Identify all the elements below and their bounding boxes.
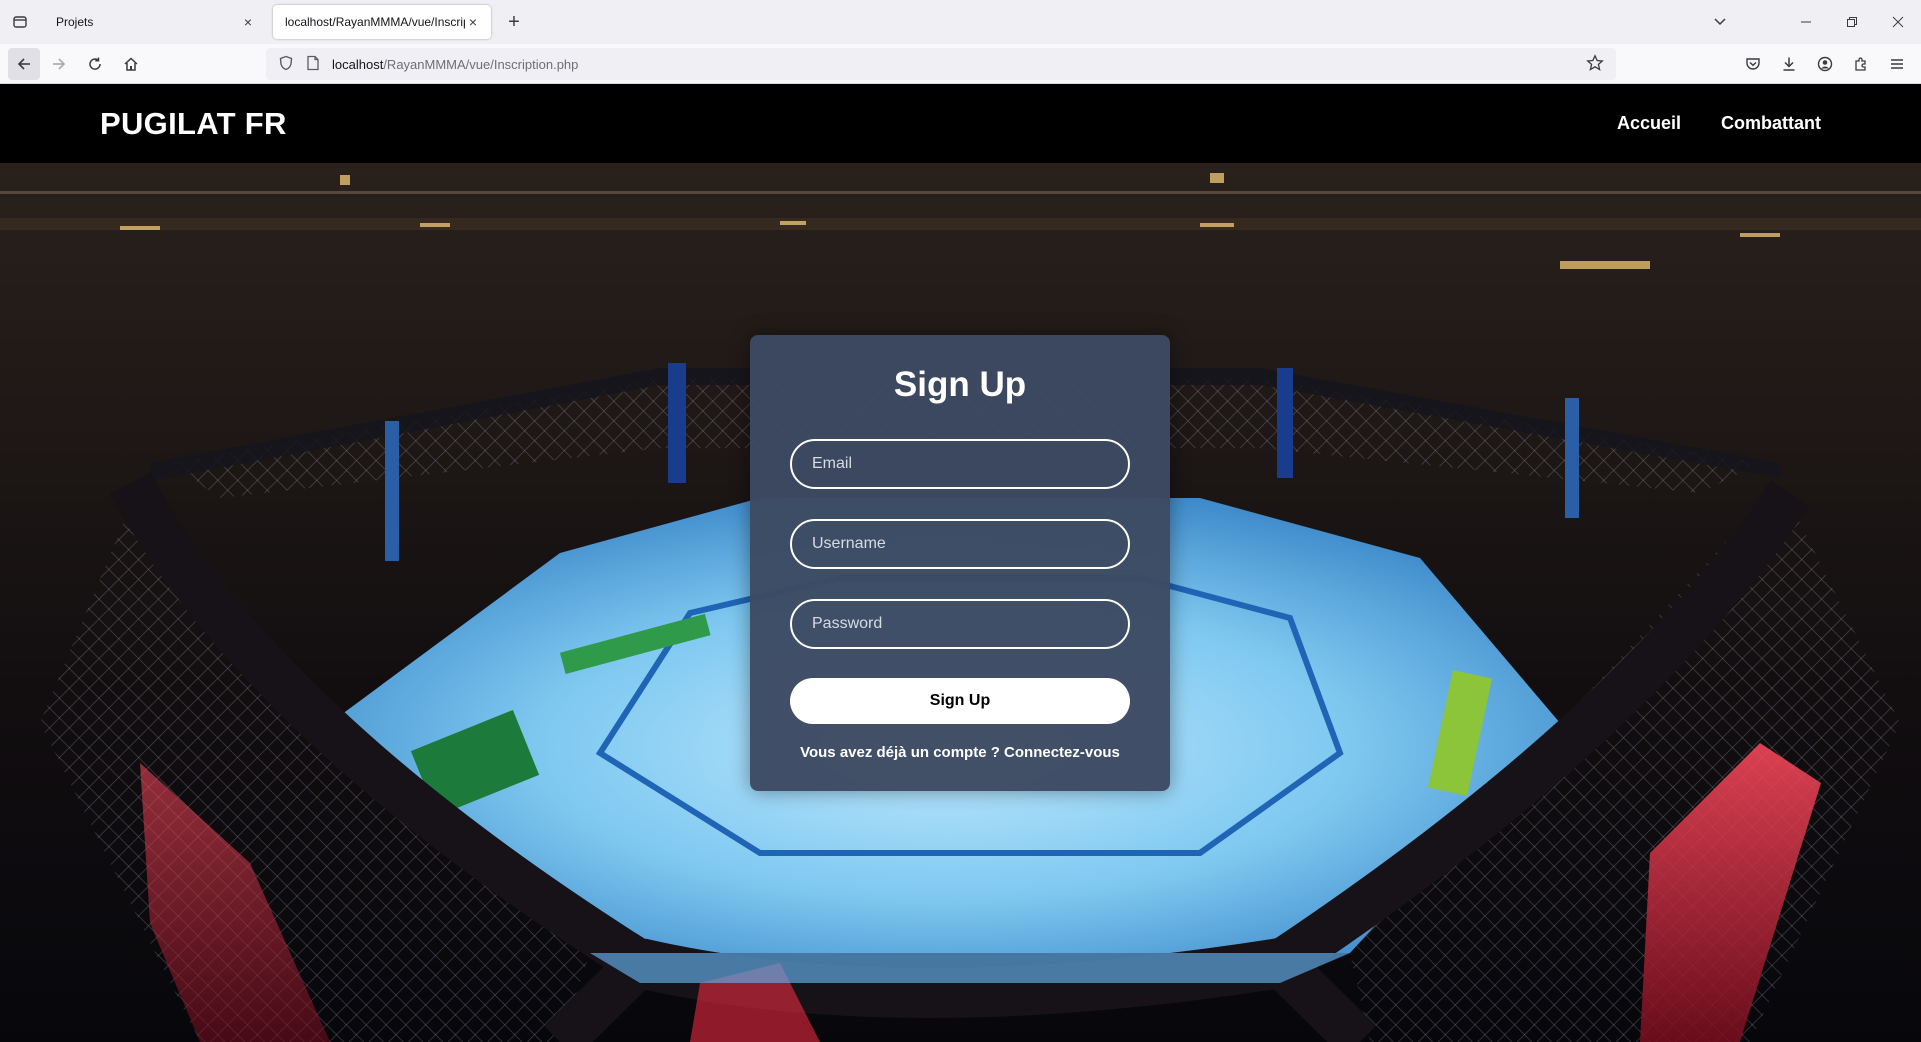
browser-navigation-bar: localhost/RayanMMMA/vue/Inscription.php bbox=[0, 44, 1921, 84]
pocket-icon bbox=[1746, 58, 1760, 70]
restore-button[interactable] bbox=[1829, 0, 1875, 44]
home-icon bbox=[124, 57, 138, 71]
bookmark-star-icon[interactable] bbox=[1586, 54, 1606, 74]
username-field[interactable] bbox=[790, 519, 1130, 569]
account-button[interactable] bbox=[1809, 48, 1841, 80]
nav-link-accueil[interactable]: Accueil bbox=[1617, 113, 1681, 134]
nav-link-combattant[interactable]: Combattant bbox=[1721, 113, 1821, 134]
close-tab-icon[interactable]: × bbox=[465, 14, 481, 30]
browser-tab-bar: Projets × localhost/RayanMMMA/vue/Inscri… bbox=[0, 0, 1921, 44]
restore-icon bbox=[1847, 17, 1857, 27]
pocket-button[interactable] bbox=[1737, 48, 1769, 80]
browser-toolbar-right bbox=[1737, 48, 1913, 80]
reload-icon bbox=[89, 57, 101, 70]
tab-title: localhost/RayanMMMA/vue/Inscrip bbox=[285, 15, 465, 29]
email-field[interactable] bbox=[790, 439, 1130, 489]
minimize-icon bbox=[1801, 21, 1811, 23]
shield-icon bbox=[279, 55, 293, 70]
tab-projets[interactable]: Projets × bbox=[44, 5, 266, 39]
login-prompt: Vous avez déjà un compte ? Connectez-vou… bbox=[750, 744, 1170, 761]
signup-card: Sign Up Sign Up Vous avez déjà un compte… bbox=[750, 335, 1170, 791]
firefox-view-button[interactable] bbox=[0, 0, 40, 44]
firefox-view-icon bbox=[13, 16, 27, 28]
forward-button[interactable] bbox=[43, 48, 75, 80]
account-icon bbox=[1817, 56, 1833, 72]
address-bar[interactable]: localhost/RayanMMMA/vue/Inscription.php bbox=[266, 48, 1616, 80]
arrow-left-icon bbox=[17, 58, 30, 70]
page-info-icon[interactable] bbox=[306, 55, 326, 74]
download-icon bbox=[1783, 57, 1795, 71]
menu-button[interactable] bbox=[1881, 48, 1913, 80]
login-prompt-text: Vous avez déjà un compte ? bbox=[800, 744, 1000, 761]
reload-button[interactable] bbox=[79, 48, 111, 80]
back-button[interactable] bbox=[8, 48, 40, 80]
list-all-tabs-button[interactable] bbox=[1708, 11, 1732, 33]
close-icon bbox=[1892, 16, 1904, 28]
downloads-button[interactable] bbox=[1773, 48, 1805, 80]
star-icon bbox=[1586, 54, 1604, 71]
hamburger-menu-icon bbox=[1891, 59, 1903, 69]
site-nav: Accueil Combattant bbox=[1617, 113, 1821, 134]
chevron-down-icon bbox=[1714, 18, 1726, 26]
url-host: localhost bbox=[332, 56, 384, 72]
url-text[interactable]: localhost/RayanMMMA/vue/Inscription.php bbox=[332, 57, 578, 72]
sign-up-button[interactable]: Sign Up bbox=[790, 678, 1130, 724]
signup-title: Sign Up bbox=[893, 365, 1027, 404]
minimize-button[interactable] bbox=[1783, 0, 1829, 44]
close-window-button[interactable] bbox=[1875, 0, 1921, 44]
tab-inscription[interactable]: localhost/RayanMMMA/vue/Inscrip × bbox=[273, 5, 491, 39]
window-controls bbox=[1783, 0, 1921, 44]
home-button[interactable] bbox=[115, 48, 147, 80]
puzzle-icon bbox=[1855, 57, 1866, 71]
arrow-right-icon bbox=[53, 58, 66, 70]
web-page: PUGILAT FR Accueil Combattant Sign Up Em… bbox=[0, 84, 1921, 1042]
close-tab-icon[interactable]: × bbox=[240, 14, 256, 30]
url-path: /RayanMMMA/vue/Inscription.php bbox=[383, 56, 579, 72]
tab-title: Projets bbox=[56, 15, 94, 29]
password-field[interactable] bbox=[790, 599, 1130, 649]
extensions-button[interactable] bbox=[1845, 48, 1877, 80]
site-header: PUGILAT FR Accueil Combattant bbox=[0, 84, 1921, 163]
new-tab-button[interactable]: + bbox=[503, 11, 525, 33]
site-logo[interactable]: PUGILAT FR bbox=[100, 106, 287, 142]
login-link[interactable]: Connectez-vous bbox=[1004, 744, 1120, 761]
tracking-protection-icon[interactable] bbox=[278, 55, 298, 74]
document-icon bbox=[307, 55, 319, 70]
